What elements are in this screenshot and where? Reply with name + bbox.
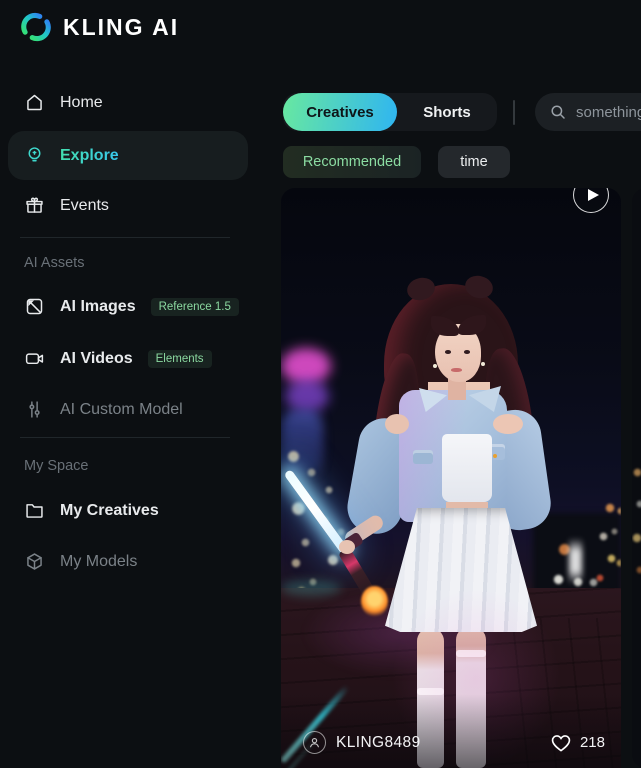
app-logo[interactable]: KLING AI <box>19 10 179 44</box>
sidebar-section-my-space: My Space <box>24 458 88 474</box>
pearl-earring <box>433 364 437 368</box>
elements-badge: Elements <box>148 350 212 368</box>
search-icon <box>549 103 567 121</box>
creative-card[interactable]: KLING8489 218 <box>281 188 621 768</box>
sidebar-item-label: AI Images <box>60 298 136 316</box>
sidebar-item-ai-videos[interactable]: AI Videos Elements <box>24 348 212 369</box>
sidebar-divider <box>20 437 230 438</box>
reference-badge: Reference 1.5 <box>151 298 239 316</box>
girl-hand <box>339 540 355 554</box>
cube-icon <box>24 551 45 572</box>
video-camera-icon <box>24 348 45 369</box>
topbar-divider <box>513 100 515 125</box>
card-meta-row: KLING8489 218 <box>281 731 621 754</box>
kling-logo-icon <box>19 10 53 44</box>
sidebar-item-label: AI Videos <box>60 350 133 368</box>
content-tabs: Creatives Shorts <box>283 93 497 131</box>
white-crop-top <box>442 434 492 502</box>
bokeh-lights <box>632 188 641 768</box>
sidebar-divider <box>20 237 230 238</box>
sidebar-item-label: Explore <box>60 147 119 165</box>
girl-eye <box>464 350 470 354</box>
person-icon <box>307 735 322 750</box>
sidebar-item-events[interactable]: Events <box>24 195 109 216</box>
like-button[interactable]: 218 <box>550 732 605 754</box>
card-username[interactable]: KLING8489 <box>336 734 421 752</box>
sliders-icon <box>24 399 45 420</box>
teal-reflection <box>281 580 341 596</box>
girl-lips <box>451 368 462 372</box>
sidebar-item-label: Events <box>60 197 109 215</box>
folder-icon <box>24 500 45 521</box>
girl-eye <box>445 350 451 354</box>
sidebar-item-ai-images[interactable]: AI Images Reference 1.5 <box>24 296 239 317</box>
sidebar-item-label: Home <box>60 94 103 112</box>
heart-icon <box>550 732 572 754</box>
sidebar-item-ai-custom-model[interactable]: AI Custom Model <box>24 399 183 420</box>
pearl-earring <box>481 362 485 366</box>
bare-shoulder <box>493 414 523 434</box>
sidebar-item-home[interactable]: Home <box>24 92 103 113</box>
sidebar-section-ai-assets: AI Assets <box>24 255 84 271</box>
sidebar-item-explore[interactable]: Explore <box>8 131 248 180</box>
sidebar-item-label: My Models <box>60 553 137 571</box>
sidebar-item-my-models[interactable]: My Models <box>24 551 137 572</box>
next-creative-card[interactable] <box>632 188 641 768</box>
kling-ai-explore-page: { "brand": { "logo_text": "KLING AI" }, … <box>0 0 641 768</box>
gift-icon <box>24 195 45 216</box>
sidebar-item-my-creatives[interactable]: My Creatives <box>24 500 159 521</box>
like-count: 218 <box>580 734 605 751</box>
search-input[interactable] <box>576 104 641 121</box>
sidebar-item-label: AI Custom Model <box>60 401 183 419</box>
home-icon <box>24 92 45 113</box>
sidebar-item-label: My Creatives <box>60 502 159 520</box>
jacket-pocket <box>413 450 433 464</box>
tab-creatives[interactable]: Creatives <box>283 93 397 131</box>
lightbulb-icon <box>24 145 45 166</box>
logo-text: KLING AI <box>63 14 179 41</box>
lightsaber-flame-glow <box>361 586 388 617</box>
tab-shorts[interactable]: Shorts <box>397 93 497 131</box>
street-lamp-glow <box>569 538 582 584</box>
filter-time[interactable]: time <box>438 146 510 178</box>
image-icon <box>24 296 45 317</box>
stocking-band <box>417 688 444 695</box>
filter-recommended[interactable]: Recommended <box>283 146 421 178</box>
user-avatar[interactable] <box>303 731 326 754</box>
stocking-band <box>456 650 486 657</box>
play-icon <box>588 189 599 201</box>
search-box[interactable] <box>535 93 641 131</box>
bare-shoulder <box>385 414 409 434</box>
jacket-button <box>493 454 497 458</box>
